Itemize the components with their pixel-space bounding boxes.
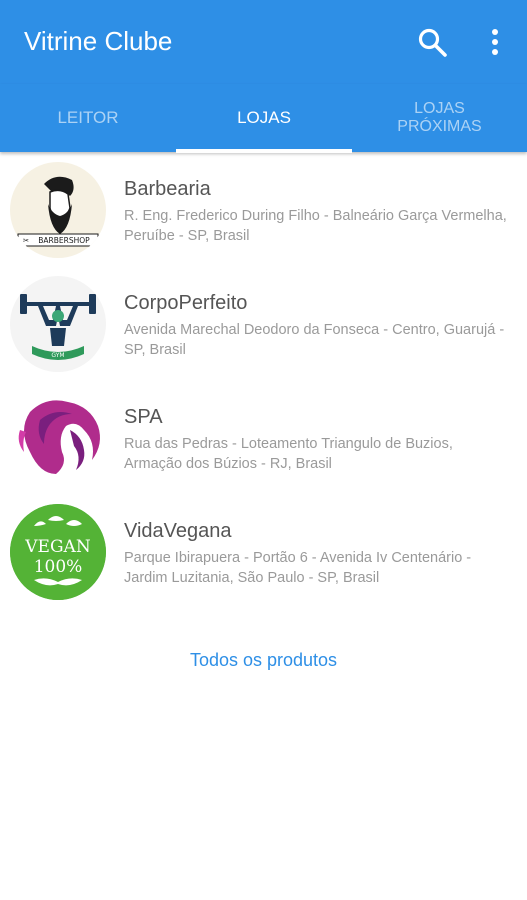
tab-leitor[interactable]: LEITOR: [0, 84, 176, 152]
store-name: VidaVegana: [124, 520, 232, 542]
gym-logo: GYM: [10, 276, 106, 372]
svg-text:✂: ✂: [23, 236, 29, 245]
more-vert-icon[interactable]: [484, 24, 506, 60]
store-address: R. Eng. Frederico During Filho - Balneár…: [124, 208, 507, 244]
store-name: CorpoPerfeito: [124, 292, 248, 314]
list-item-spa[interactable]: SPA Rua das Pedras - Loteamento Triangul…: [0, 380, 527, 492]
barbershop-logo: BARBERSHOP ✂: [10, 162, 106, 258]
vegan-logo-top-text: VEGAN: [24, 537, 91, 557]
store-address: Parque Ibirapuera - Portão 6 - Avenida I…: [124, 550, 472, 586]
app-title: Vitrine Clube: [24, 26, 173, 56]
app-bar: Vitrine Clube: [0, 0, 527, 84]
list-item-corpoperfeito[interactable]: GYM CorpoPerfeito Avenida Marechal Deodo…: [0, 266, 527, 378]
search-icon[interactable]: [416, 26, 450, 60]
spa-woman-logo: [10, 390, 106, 486]
store-address: Rua das Pedras - Loteamento Triangulo de…: [124, 436, 453, 472]
tab-lojas[interactable]: LOJAS: [176, 84, 352, 152]
tab-lojas-proximas[interactable]: LOJAS PRÓXIMAS: [352, 84, 527, 152]
tab-lojas-proximas-label: LOJAS PRÓXIMAS: [397, 99, 482, 135]
vegan-logo-bottom-text: 100%: [34, 557, 83, 577]
barbershop-logo-text: BARBERSHOP: [38, 236, 90, 245]
tab-bar: LEITOR LOJAS LOJAS PRÓXIMAS: [0, 84, 527, 152]
store-address: Avenida Marechal Deodoro da Fonseca - Ce…: [124, 322, 505, 358]
vegan-logo: VEGAN 100%: [10, 504, 106, 600]
list-item-vidavegana[interactable]: VEGAN 100% VidaVegana Parque Ibirapuera …: [0, 494, 527, 614]
all-products-link[interactable]: Todos os produtos: [0, 650, 527, 671]
store-name: Barbearia: [124, 178, 211, 200]
store-name: SPA: [124, 406, 163, 428]
gym-logo-text: GYM: [51, 352, 64, 359]
list-item-barbearia[interactable]: BARBERSHOP ✂ Barbearia R. Eng. Frederico…: [0, 152, 527, 264]
